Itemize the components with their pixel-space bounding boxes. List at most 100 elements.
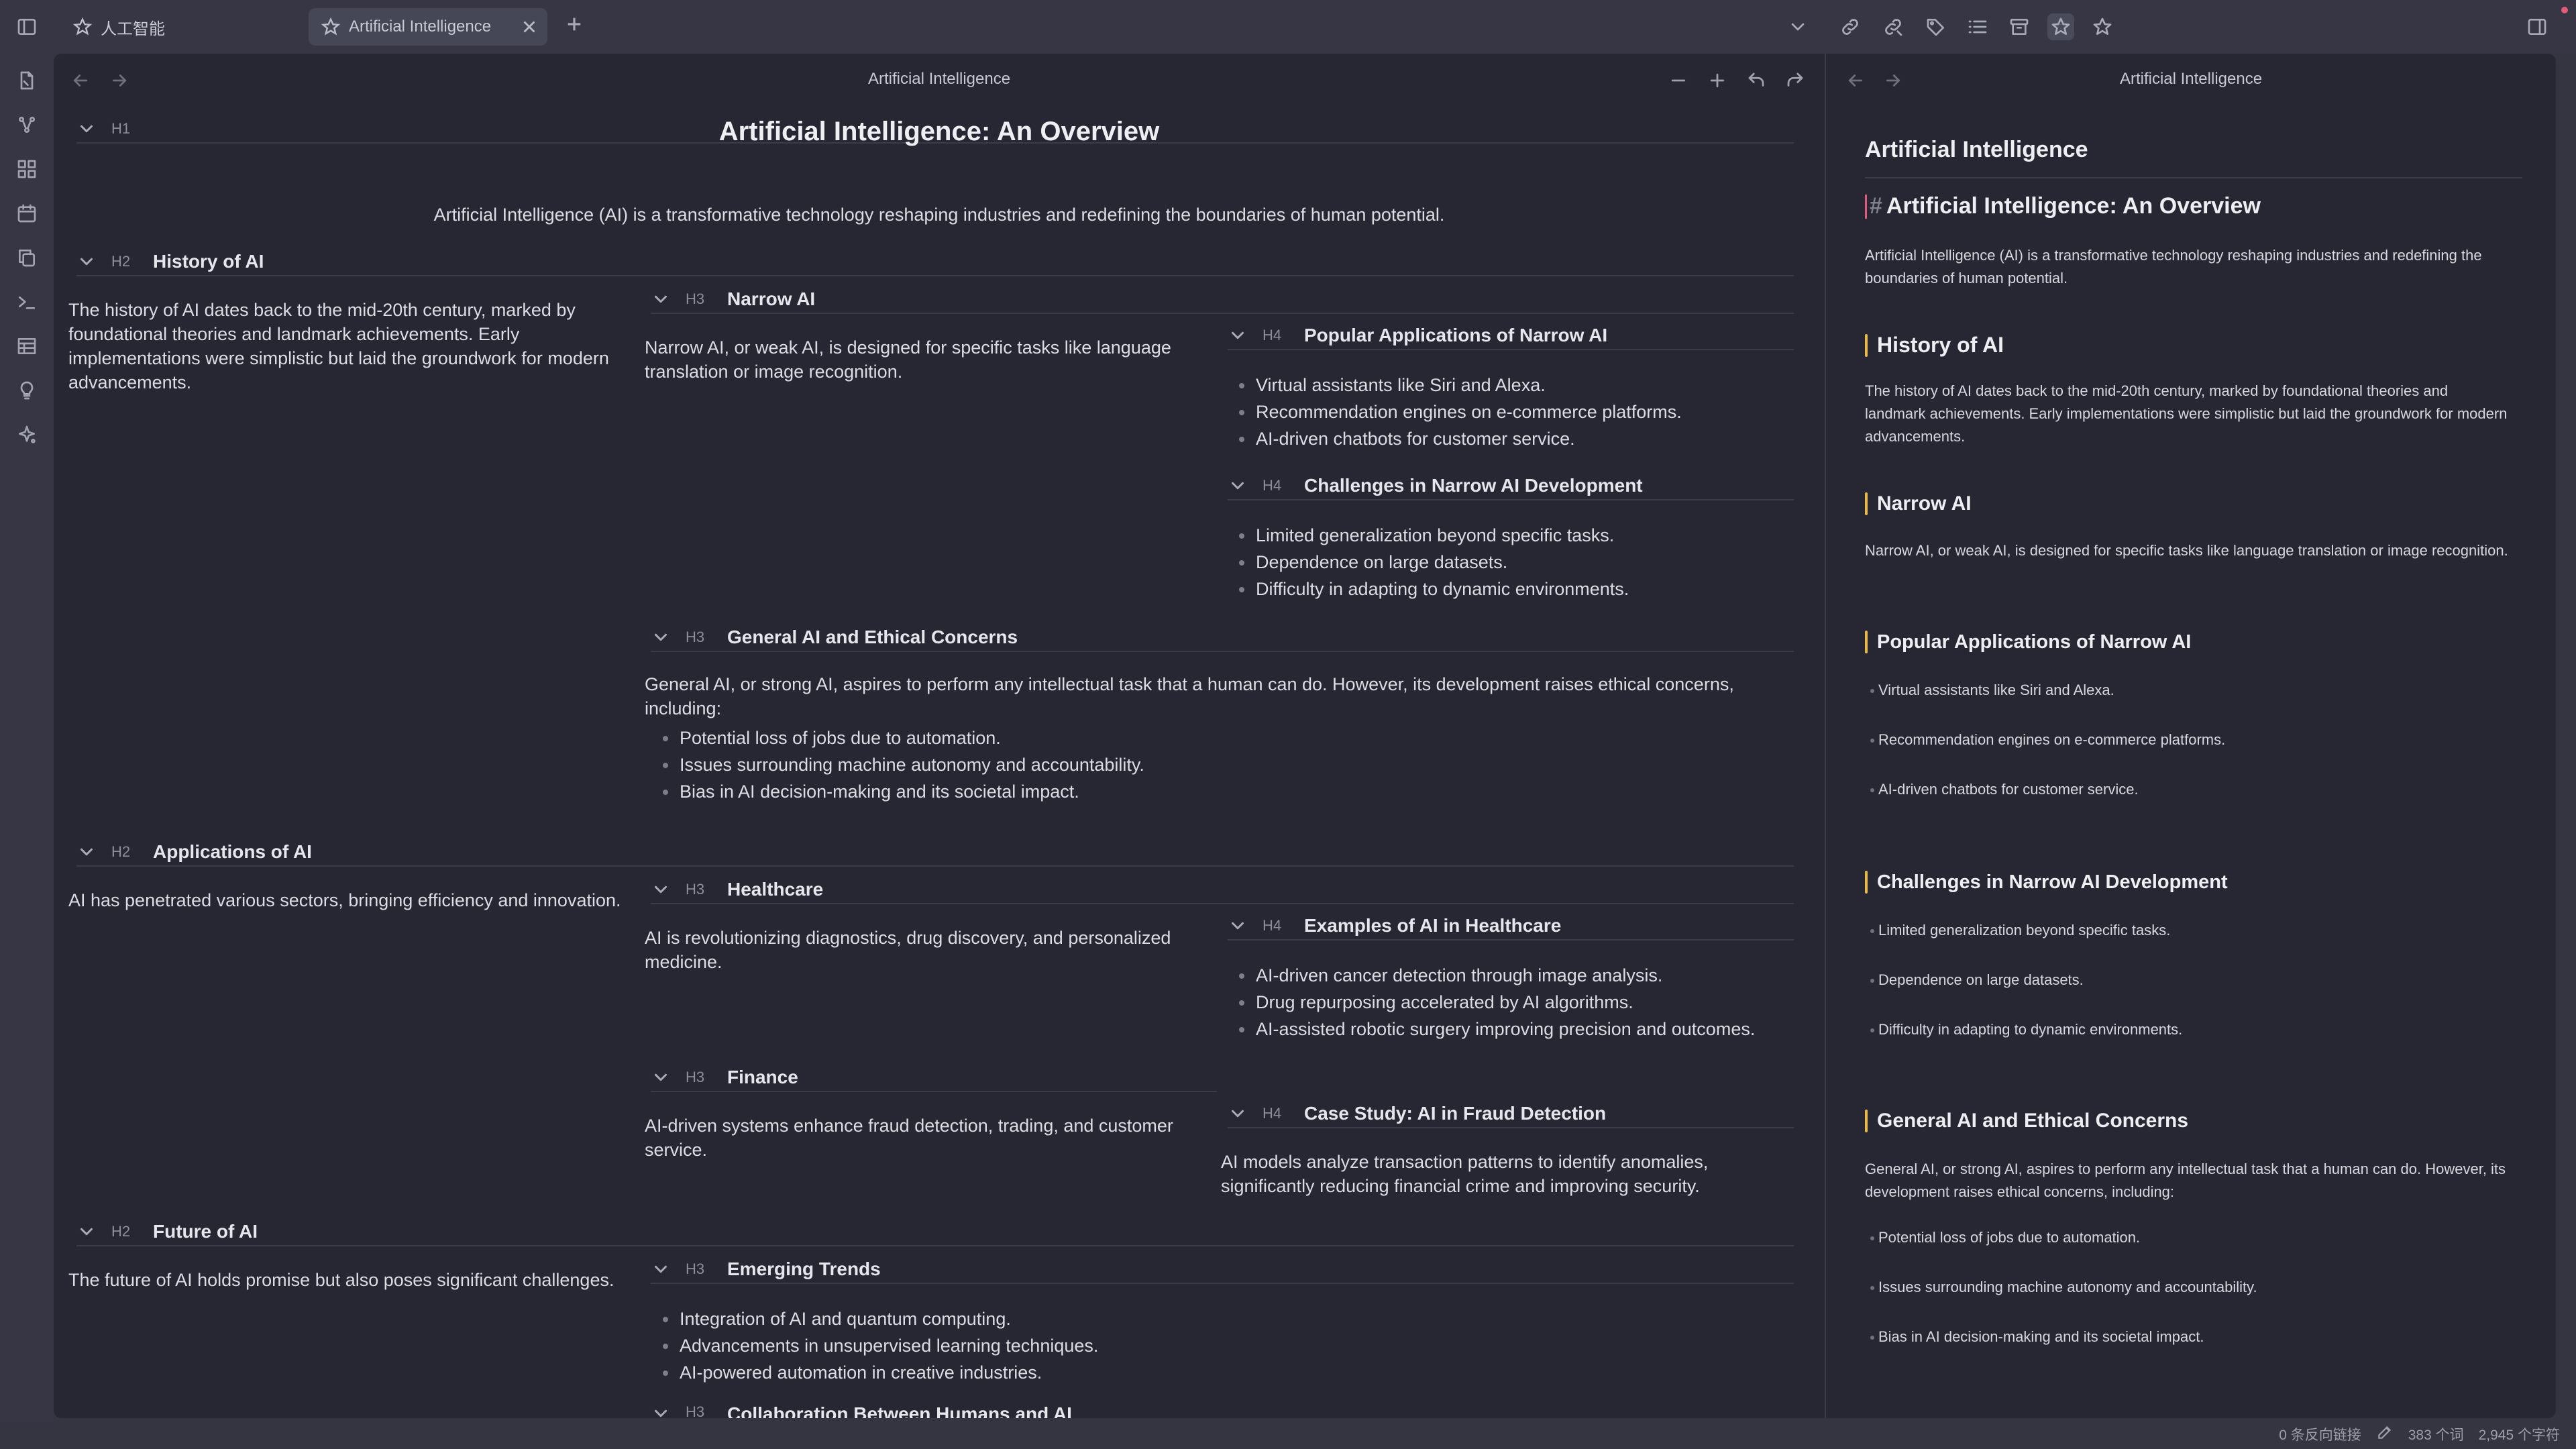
pencil-icon[interactable] [2376, 1424, 2394, 1445]
text-cursor [1865, 194, 1867, 219]
star-icon[interactable] [2089, 13, 2116, 40]
heading-bar [1865, 333, 1868, 357]
zoom-out-icon[interactable] [1665, 67, 1692, 94]
preview-h1[interactable]: # Artificial Intelligence: An Overview [1865, 193, 2261, 219]
heading-collaboration[interactable]: H3 Collaboration Between Humans and AI [651, 1403, 1794, 1418]
zoom-in-icon[interactable] [1704, 67, 1731, 94]
heading-examples-healthcare[interactable]: H4 Examples of AI in Healthcare [1228, 912, 1794, 941]
heading-future-of-ai[interactable]: H2 Future of AI [76, 1218, 1794, 1246]
heading-text: Healthcare [727, 879, 824, 900]
heading-narrow-ai[interactable]: H3 Narrow AI [651, 286, 1794, 314]
undo-icon[interactable] [1743, 67, 1770, 94]
preview-h4-challenges[interactable]: Challenges in Narrow AI Development [1865, 871, 2228, 894]
list-item: AI-powered automation in creative indust… [645, 1359, 1098, 1386]
table-icon[interactable] [13, 333, 40, 360]
chevron-down-icon[interactable] [651, 627, 671, 647]
list-item: Virtual assistants like Siri and Alexa. [1870, 682, 2114, 698]
heading-text: Case Study: AI in Fraud Detection [1304, 1103, 1607, 1124]
list-item: Bias in AI decision-making and its socie… [1870, 1328, 2204, 1345]
lightbulb-icon[interactable] [13, 377, 40, 404]
preview-h3-narrow[interactable]: Narrow AI [1865, 492, 1972, 515]
list-item: Recommendation engines on e-commerce pla… [1870, 731, 2226, 748]
heading-level: H4 [1263, 1105, 1282, 1122]
list-item: Potential loss of jobs due to automation… [1870, 1229, 2141, 1246]
copy-icon[interactable] [13, 244, 40, 271]
heading-marker: # [1870, 193, 1882, 219]
chevron-down-icon[interactable] [1228, 476, 1248, 496]
list-item: AI-driven cancer detection through image… [1221, 962, 1755, 989]
list-item: Virtual assistants like Siri and Alexa. [1221, 372, 1682, 398]
list-item: Drug repurposing accelerated by AI algor… [1221, 989, 1755, 1016]
heading-bar [1865, 871, 1868, 894]
chevron-down-icon[interactable] [76, 842, 97, 862]
heading-text: Challenges in Narrow AI Development [1877, 871, 2228, 893]
sidebar-right-toggle-icon[interactable] [2524, 13, 2551, 40]
applications-text: AI has penetrated various sectors, bring… [68, 890, 621, 910]
heading-emerging-trends[interactable]: H3 Emerging Trends [651, 1256, 1794, 1284]
list-item: Integration of AI and quantum computing. [645, 1305, 1098, 1332]
list-item: Recommendation engines on e-commerce pla… [1221, 398, 1682, 425]
heading-text: General AI and Ethical Concerns [1877, 1110, 2189, 1132]
sparkle-icon[interactable] [13, 421, 40, 448]
heading-text: Collaboration Between Humans and AI [727, 1403, 1072, 1418]
list-item: Dependence on large datasets. [1221, 549, 1629, 576]
heading-popular-applications[interactable]: H4 Popular Applications of Narrow AI [1228, 322, 1794, 350]
heading-applications-of-ai[interactable]: H2 Applications of AI [76, 839, 1794, 867]
heading-fraud-detection[interactable]: H4 Case Study: AI in Fraud Detection [1228, 1100, 1794, 1128]
chevron-down-icon[interactable] [651, 879, 671, 900]
heading-healthcare[interactable]: H3 Healthcare [651, 876, 1794, 904]
heading-challenges-narrow-ai[interactable]: H4 Challenges in Narrow AI Development [1228, 472, 1794, 500]
left-ribbon [0, 54, 54, 1422]
calendar-icon[interactable] [13, 200, 40, 227]
chevron-down-icon[interactable] [1228, 1104, 1248, 1124]
preview-pane: Artificial Intelligence Artificial Intel… [1826, 54, 2556, 1418]
heading-text: Popular Applications of Narrow AI [1304, 325, 1608, 345]
chevron-down-icon[interactable] [651, 1403, 671, 1418]
chevron-down-icon[interactable] [1228, 916, 1248, 936]
tab-chinese-ai[interactable]: 人工智能 [60, 8, 288, 46]
heading-finance[interactable]: H3 Finance [651, 1064, 1217, 1092]
files-icon[interactable] [13, 67, 40, 94]
future-text: The future of AI holds promise but also … [68, 1270, 614, 1290]
preview-h3-general[interactable]: General AI and Ethical Concerns [1865, 1110, 2188, 1132]
grid-icon[interactable] [13, 156, 40, 182]
sidebar-left-toggle-icon[interactable] [13, 13, 40, 40]
link-out-icon[interactable] [1880, 13, 1907, 40]
heading-level: H4 [1263, 327, 1282, 343]
tab-artificial-intelligence[interactable]: Artificial Intelligence [309, 8, 547, 46]
star-filled-icon[interactable] [2047, 13, 2074, 40]
preview-h2-history[interactable]: History of AI [1865, 333, 2004, 358]
heading-bar [1865, 1110, 1868, 1132]
terminal-icon[interactable] [13, 288, 40, 315]
list-icon[interactable] [1964, 13, 1991, 40]
tab-label: 人工智能 [101, 19, 165, 38]
healthcare-examples-list: AI-driven cancer detection through image… [1221, 962, 1755, 1042]
redo-icon[interactable] [1782, 67, 1809, 94]
divider [1865, 177, 2522, 178]
emerging-trends-list: Integration of AI and quantum computing.… [645, 1305, 1098, 1386]
preview-intro: Artificial Intelligence (AI) is a transf… [1865, 247, 2482, 286]
chevron-down-icon[interactable] [76, 252, 97, 272]
archive-icon[interactable] [2006, 13, 2033, 40]
graph-icon[interactable] [13, 111, 40, 138]
preview-narrow-text: Narrow AI, or weak AI, is designed for s… [1865, 542, 2508, 559]
close-icon[interactable] [519, 17, 539, 37]
new-tab-plus-icon[interactable] [564, 13, 590, 40]
tags-icon[interactable] [1923, 13, 1949, 40]
heading-level: H4 [1263, 917, 1282, 934]
chevron-down-icon[interactable] [651, 289, 671, 309]
heading-general-ai[interactable]: H3 General AI and Ethical Concerns [651, 624, 1794, 652]
heading-text: Challenges in Narrow AI Development [1304, 475, 1643, 496]
chevron-down-icon[interactable] [651, 1259, 671, 1279]
chevron-down-icon[interactable] [651, 1067, 671, 1087]
preview-h4-popular[interactable]: Popular Applications of Narrow AI [1865, 631, 2191, 653]
chevron-down-icon[interactable] [1228, 325, 1248, 345]
list-item: Limited generalization beyond specific t… [1870, 922, 2171, 938]
chevron-down-icon[interactable] [76, 1222, 97, 1242]
chevron-down-icon[interactable] [1784, 13, 1811, 40]
list-item: AI-driven chatbots for customer service. [1221, 425, 1682, 452]
heading-text: Narrow AI [1877, 492, 1972, 515]
backlinks-count[interactable]: 0 条反向链接 [2279, 1424, 2361, 1444]
heading-history-of-ai[interactable]: H2 History of AI [76, 248, 1794, 276]
link-icon[interactable] [1837, 13, 1864, 40]
